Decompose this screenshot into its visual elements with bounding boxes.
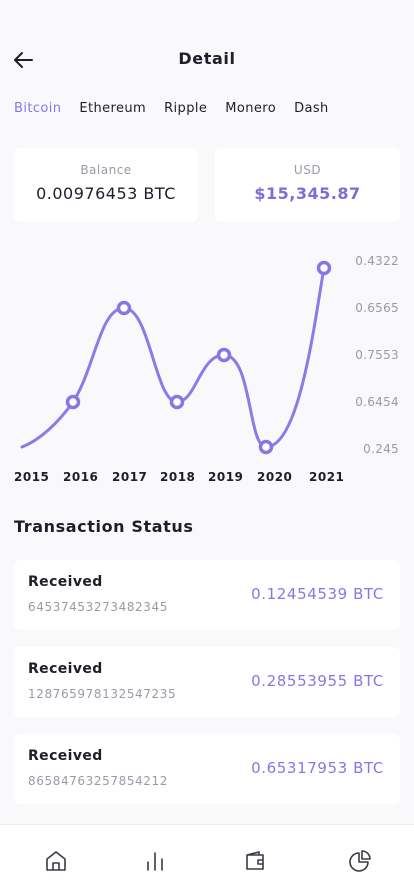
y-tick-label: 0.4322 (355, 254, 399, 268)
transaction-row[interactable]: Received 86584763257854212 0.65317953 BT… (14, 734, 400, 804)
data-point-2017[interactable] (116, 300, 132, 316)
data-point-2020[interactable] (258, 439, 274, 455)
x-tick-label: 2015 (14, 470, 50, 484)
data-point-2018[interactable] (169, 394, 185, 410)
tab-bitcoin[interactable]: Bitcoin (14, 101, 61, 116)
x-tick-label: 2020 (257, 470, 293, 484)
x-tick-label: 2019 (208, 470, 244, 484)
balance-card: Balance 0.00976453 BTC (14, 148, 198, 222)
transaction-id: 64537453273482345 (28, 600, 168, 614)
coin-tabs: Bitcoin Ethereum Ripple Monero Dash (14, 101, 329, 116)
x-tick-label: 2018 (160, 470, 196, 484)
y-tick-label: 0.6565 (355, 301, 399, 315)
tab-ethereum[interactable]: Ethereum (79, 101, 146, 116)
tab-monero[interactable]: Monero (225, 101, 276, 116)
usd-value: $15,345.87 (254, 184, 361, 203)
tab-dash[interactable]: Dash (294, 101, 329, 116)
x-tick-label: 2021 (309, 470, 345, 484)
price-chart: 0.4322 0.6565 0.7553 0.6454 0.245 2015 2… (0, 238, 414, 493)
y-tick-label: 0.6454 (355, 395, 399, 409)
usd-label: USD (293, 163, 322, 177)
pie-chart-icon[interactable] (348, 849, 372, 873)
page-title: Detail (178, 49, 236, 68)
balance-label: Balance (80, 163, 132, 177)
x-tick-label: 2017 (112, 470, 148, 484)
data-point-2019[interactable] (216, 347, 232, 363)
bar-chart-icon[interactable] (143, 849, 167, 873)
header: Detail (0, 0, 414, 100)
series-line (20, 266, 326, 449)
data-point-2021[interactable] (316, 260, 332, 276)
x-tick-label: 2016 (63, 470, 99, 484)
tab-ripple[interactable]: Ripple (164, 101, 207, 116)
transaction-label: Received (28, 748, 103, 764)
bottom-nav (0, 824, 414, 896)
wallet-icon[interactable] (244, 849, 268, 873)
data-point-2016[interactable] (65, 394, 81, 410)
transaction-status-title: Transaction Status (14, 517, 194, 536)
transaction-id: 86584763257854212 (28, 774, 168, 788)
transaction-row[interactable]: Received 64537453273482345 0.12454539 BT… (14, 560, 400, 630)
balance-value: 0.00976453 BTC (36, 184, 176, 203)
transaction-id: 128765978132547235 (28, 687, 177, 701)
price-chart-svg (20, 260, 332, 455)
home-icon[interactable] (44, 849, 68, 873)
transaction-row[interactable]: Received 128765978132547235 0.28553955 B… (14, 647, 400, 717)
transaction-amount: 0.28553955 BTC (251, 672, 384, 690)
transaction-amount: 0.12454539 BTC (251, 585, 384, 603)
usd-card: USD $15,345.87 (215, 148, 400, 222)
transaction-label: Received (28, 574, 103, 590)
y-tick-label: 0.245 (363, 442, 399, 456)
transaction-label: Received (28, 661, 103, 677)
y-tick-label: 0.7553 (355, 348, 399, 362)
transaction-amount: 0.65317953 BTC (251, 759, 384, 777)
